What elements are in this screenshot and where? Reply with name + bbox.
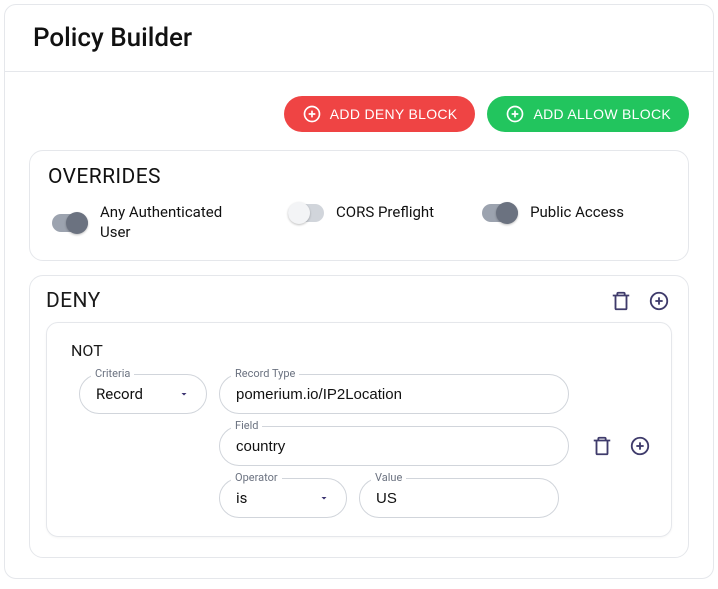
chevron-down-icon — [318, 492, 330, 504]
deny-block: DENY NOT Criteria Record — [29, 275, 689, 558]
toggle-any-authenticated-user[interactable]: Any Authenticated User — [52, 203, 240, 242]
switch-icon — [288, 204, 324, 222]
page-header: Policy Builder — [5, 5, 713, 72]
criteria-label: Criteria — [91, 367, 134, 380]
plus-circle-icon — [648, 290, 670, 312]
deny-title: DENY — [46, 289, 101, 313]
deny-header-actions — [608, 288, 672, 314]
trash-icon — [591, 435, 613, 457]
page-title: Policy Builder — [33, 23, 685, 53]
delete-block-button[interactable] — [608, 288, 634, 314]
overrides-row: Any Authenticated User CORS Preflight Pu… — [48, 199, 670, 244]
operator-field: Operator is — [219, 478, 347, 518]
record-type-label: Record Type — [231, 367, 299, 380]
chevron-down-icon — [178, 388, 190, 400]
overrides-card: OVERRIDES Any Authenticated User CORS Pr… — [29, 150, 689, 261]
plus-circle-icon — [629, 435, 651, 457]
value-field: Value — [359, 478, 559, 518]
toggle-public-access[interactable]: Public Access — [482, 203, 624, 223]
criteria-row: Criteria Record Record Type — [65, 374, 653, 414]
operator-select[interactable]: is — [219, 478, 347, 518]
plus-circle-icon — [505, 104, 525, 124]
field-label: Field — [231, 419, 262, 432]
add-rule-button[interactable] — [646, 288, 672, 314]
rule-group: NOT Criteria Record Record Type — [46, 322, 672, 537]
add-deny-label: ADD DENY BLOCK — [330, 106, 458, 122]
add-allow-block-button[interactable]: ADD ALLOW BLOCK — [487, 96, 689, 132]
rule-row-actions — [589, 433, 653, 459]
page-body: ADD DENY BLOCK ADD ALLOW BLOCK OVERRIDES… — [5, 72, 713, 578]
toggle-label: CORS Preflight — [336, 203, 434, 223]
trash-icon — [610, 290, 632, 312]
value-input[interactable] — [359, 478, 559, 518]
logic-operator-label: NOT — [71, 341, 653, 360]
toggle-cors-preflight[interactable]: CORS Preflight — [288, 203, 434, 223]
add-condition-button[interactable] — [627, 433, 653, 459]
record-type-input[interactable] — [219, 374, 569, 414]
criteria-value: Record — [96, 385, 143, 403]
policy-builder-page: Policy Builder ADD DENY BLOCK ADD ALLOW … — [4, 4, 714, 579]
block-actions: ADD DENY BLOCK ADD ALLOW BLOCK — [29, 96, 689, 132]
delete-rule-button[interactable] — [589, 433, 615, 459]
toggle-label: Public Access — [530, 203, 624, 223]
value-label: Value — [371, 471, 406, 484]
add-deny-block-button[interactable]: ADD DENY BLOCK — [284, 96, 476, 132]
add-allow-label: ADD ALLOW BLOCK — [533, 106, 671, 122]
criteria-field: Criteria Record — [79, 374, 207, 414]
record-type-field: Record Type — [219, 374, 569, 414]
operator-value: is — [236, 489, 247, 507]
field-input[interactable] — [219, 426, 569, 466]
deny-header: DENY — [46, 288, 672, 314]
toggle-label: Any Authenticated User — [100, 203, 240, 242]
field-field: Field — [219, 426, 569, 466]
operator-value-row: Operator is Value — [65, 478, 653, 518]
criteria-select[interactable]: Record — [79, 374, 207, 414]
switch-icon — [482, 204, 518, 222]
switch-icon — [52, 214, 88, 232]
overrides-title: OVERRIDES — [48, 165, 670, 189]
field-row: Field — [65, 426, 653, 466]
operator-label: Operator — [231, 471, 282, 484]
plus-circle-icon — [302, 104, 322, 124]
